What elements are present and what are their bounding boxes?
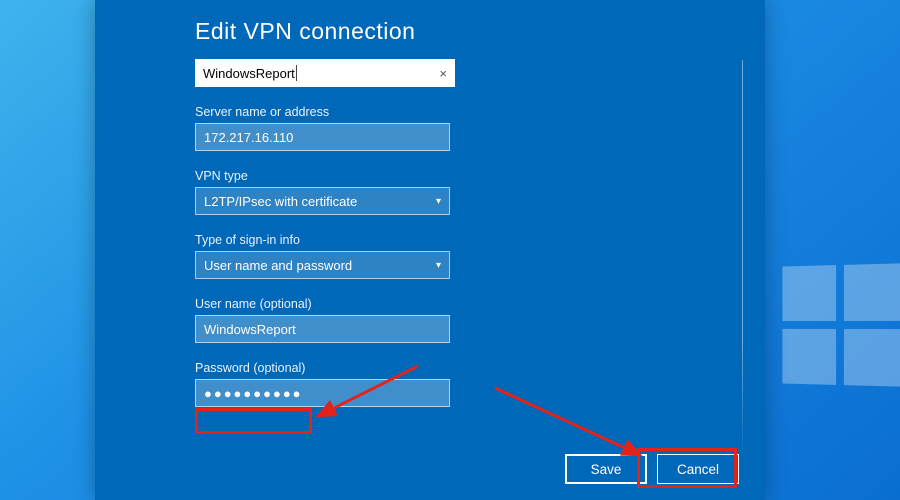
clear-icon[interactable]: × bbox=[439, 66, 447, 81]
signin-type-label: Type of sign-in info bbox=[195, 233, 665, 247]
chevron-down-icon: ▾ bbox=[436, 260, 441, 271]
vpn-type-dropdown[interactable]: L2TP/IPsec with certificate ▾ bbox=[195, 187, 450, 215]
connection-name-value: WindowsReport bbox=[203, 66, 295, 81]
username-label: User name (optional) bbox=[195, 297, 665, 311]
connection-name-input[interactable]: WindowsReport × bbox=[195, 59, 455, 87]
dialog-title: Edit VPN connection bbox=[195, 18, 665, 45]
vpn-type-label: VPN type bbox=[195, 169, 665, 183]
save-button[interactable]: Save bbox=[565, 454, 647, 484]
server-input[interactable]: 172.217.16.110 bbox=[195, 123, 450, 151]
password-label: Password (optional) bbox=[195, 361, 665, 375]
desktop-background: Edit VPN connection WindowsReport × Serv… bbox=[0, 0, 900, 500]
cancel-button[interactable]: Cancel bbox=[657, 454, 739, 484]
text-cursor bbox=[296, 65, 297, 81]
password-input[interactable]: ●●●●●●●●●● bbox=[195, 379, 450, 407]
vpn-edit-dialog: Edit VPN connection WindowsReport × Serv… bbox=[95, 0, 765, 500]
windows-logo bbox=[782, 263, 900, 386]
chevron-down-icon: ▾ bbox=[436, 196, 441, 207]
username-input[interactable]: WindowsReport bbox=[195, 315, 450, 343]
scrollbar[interactable] bbox=[742, 60, 743, 460]
server-label: Server name or address bbox=[195, 105, 665, 119]
signin-type-dropdown[interactable]: User name and password ▾ bbox=[195, 251, 450, 279]
